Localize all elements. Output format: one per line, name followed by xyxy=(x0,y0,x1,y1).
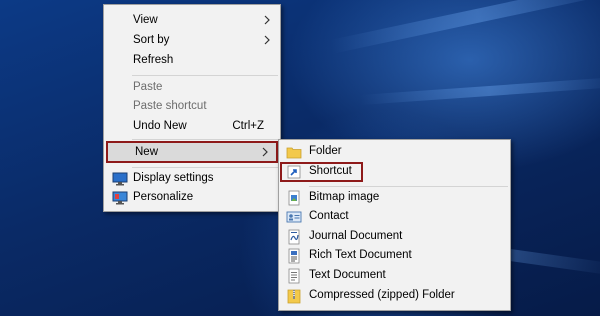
wallpaper-light-beam xyxy=(360,76,600,105)
submenu-item-rich-text-document[interactable]: Rich Text Document xyxy=(279,246,510,266)
folder-icon xyxy=(286,147,302,159)
submenu-item-journal-document[interactable]: Journal Document xyxy=(279,227,510,247)
zipped-folder-icon xyxy=(287,289,301,304)
menu-item-sort-by[interactable]: Sort by xyxy=(104,31,280,51)
menu-item-label: Paste xyxy=(133,81,163,93)
shortcut-icon xyxy=(287,165,301,179)
menu-item-label: Bitmap image xyxy=(309,191,380,203)
bitmap-image-icon xyxy=(288,190,300,206)
menu-item-undo-new[interactable]: Undo New Ctrl+Z xyxy=(104,117,280,137)
menu-item-refresh[interactable]: Refresh xyxy=(104,51,280,71)
menu-item-label: Paste shortcut xyxy=(133,100,207,112)
wallpaper-light-beam xyxy=(330,0,600,54)
menu-item-label: Sort by xyxy=(133,34,170,46)
contact-card-icon xyxy=(286,211,302,223)
submenu-item-compressed-zipped-folder[interactable]: Compressed (zipped) Folder xyxy=(279,286,510,306)
new-submenu: Folder Shortcut Bitmap image Contact Jou… xyxy=(278,139,511,311)
menu-item-new[interactable]: New xyxy=(106,141,278,163)
menu-item-label: Refresh xyxy=(133,54,174,66)
submenu-item-contact[interactable]: Contact xyxy=(279,207,510,227)
menu-separator xyxy=(132,75,278,76)
menu-item-label: Shortcut xyxy=(309,165,352,177)
chevron-right-icon xyxy=(264,35,270,45)
menu-item-label: Display settings xyxy=(133,172,214,184)
menu-item-personalize[interactable]: Personalize xyxy=(104,188,280,208)
menu-item-label: Text Document xyxy=(309,269,386,281)
journal-document-icon xyxy=(288,229,300,245)
menu-item-label: Compressed (zipped) Folder xyxy=(309,289,455,301)
menu-item-label: Rich Text Document xyxy=(309,249,412,261)
menu-separator xyxy=(132,167,278,168)
menu-item-label: Folder xyxy=(309,145,342,157)
menu-item-paste-shortcut[interactable]: Paste shortcut xyxy=(104,97,280,117)
display-settings-icon xyxy=(112,172,128,186)
menu-separator xyxy=(309,186,508,187)
menu-item-label: New xyxy=(135,146,159,158)
chevron-right-icon xyxy=(262,147,268,157)
menu-item-view[interactable]: View xyxy=(104,11,280,31)
submenu-item-text-document[interactable]: Text Document xyxy=(279,266,510,286)
desktop-context-menu: View Sort by Refresh Paste Paste shortcu… xyxy=(103,4,281,212)
menu-item-shortcut: Ctrl+Z xyxy=(232,120,264,132)
chevron-right-icon xyxy=(264,15,270,25)
menu-item-label: Undo New xyxy=(133,120,187,132)
menu-item-label: Journal Document xyxy=(309,230,403,242)
menu-item-label: View xyxy=(133,14,158,26)
menu-item-paste[interactable]: Paste xyxy=(104,78,280,98)
personalize-icon xyxy=(112,191,128,205)
menu-item-label: Personalize xyxy=(133,191,194,203)
menu-item-label: Contact xyxy=(309,210,349,222)
menu-separator xyxy=(132,139,278,140)
menu-item-display-settings[interactable]: Display settings xyxy=(104,169,280,189)
rich-text-document-icon xyxy=(288,248,300,264)
submenu-item-shortcut[interactable]: Shortcut xyxy=(279,162,510,182)
submenu-item-bitmap-image[interactable]: Bitmap image xyxy=(279,188,510,208)
text-document-icon xyxy=(288,268,300,284)
submenu-item-folder[interactable]: Folder xyxy=(279,142,510,162)
